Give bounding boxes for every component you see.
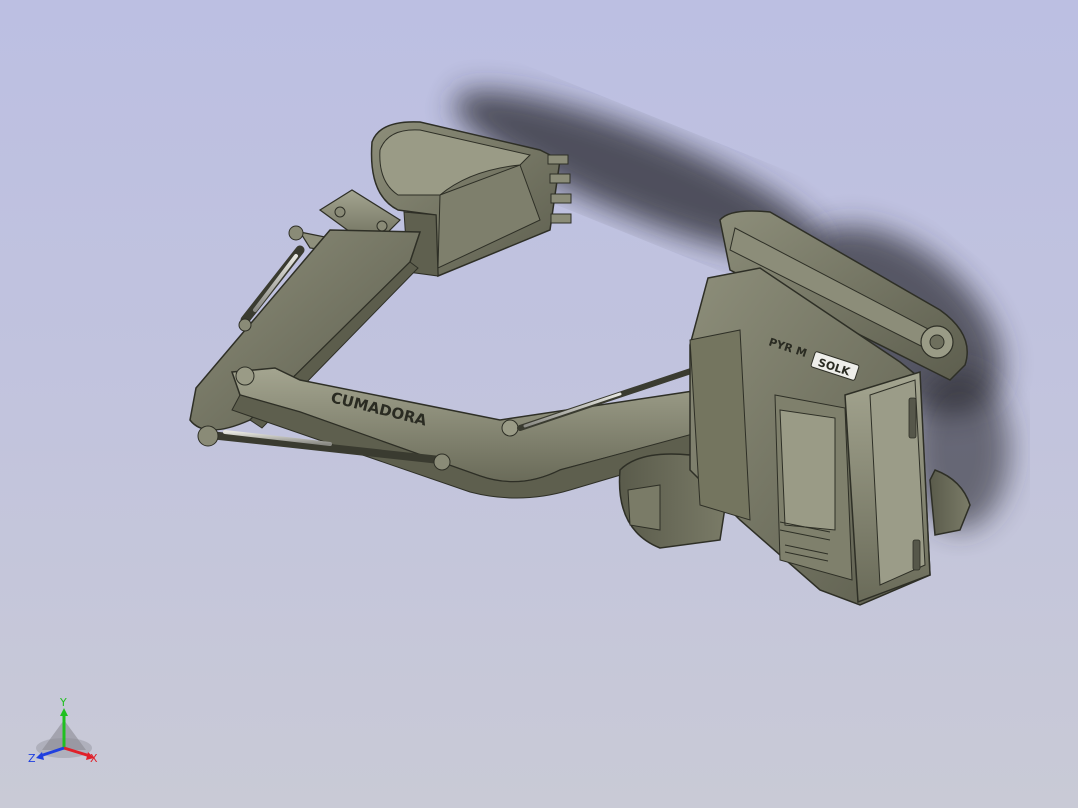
excavator-model[interactable]: CUMADORA PYR M SOLK bbox=[0, 0, 1078, 808]
y-axis-label: Y bbox=[59, 696, 67, 709]
z-axis-label: Z bbox=[28, 752, 36, 765]
x-axis-label: X bbox=[90, 752, 98, 765]
graphics-viewport[interactable]: CUMADORA PYR M SOLK Y X Z bbox=[0, 0, 1078, 808]
coordinate-triad: Y X Z bbox=[28, 696, 98, 765]
